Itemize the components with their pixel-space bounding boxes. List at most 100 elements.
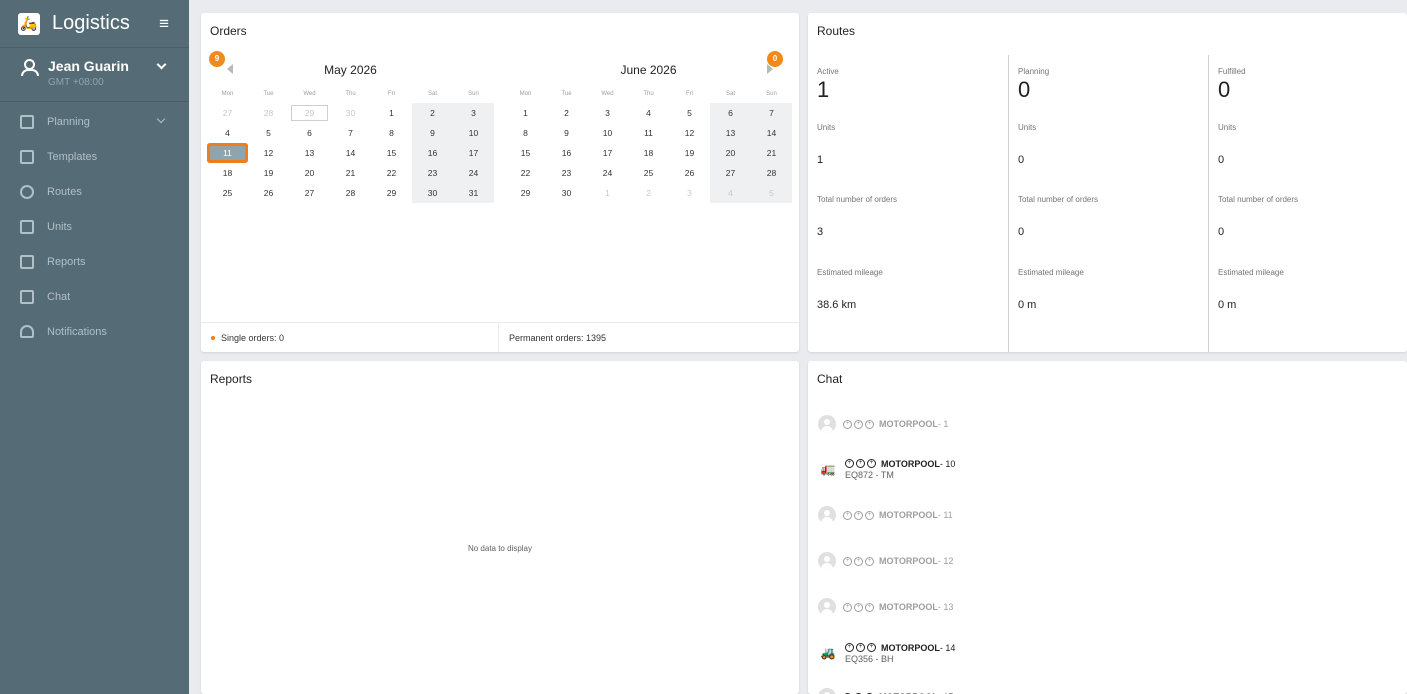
calendar-day[interactable]: 28 bbox=[751, 163, 792, 183]
calendar-day[interactable]: 20 bbox=[710, 143, 751, 163]
calendar-day[interactable]: 12 bbox=[669, 123, 710, 143]
sidebar-item-planning[interactable]: Planning bbox=[0, 104, 189, 139]
chat-item-name: MOTORPOOL bbox=[881, 458, 940, 469]
calendar-day[interactable]: 4 bbox=[628, 103, 669, 123]
calendar-day[interactable]: 3 bbox=[669, 183, 710, 203]
sidebar-item-chat[interactable]: Chat bbox=[0, 279, 189, 314]
calendar-day[interactable]: 27 bbox=[207, 103, 248, 123]
calendar-day[interactable]: 3 bbox=[453, 103, 494, 123]
calendar-day[interactable]: 5 bbox=[248, 123, 289, 143]
permanent-orders-count: Permanent orders: 1395 bbox=[509, 332, 607, 343]
orders-label: Total number of orders bbox=[1018, 195, 1099, 204]
calendar-day[interactable]: 3 bbox=[587, 103, 628, 123]
calendar-day[interactable]: 23 bbox=[412, 163, 453, 183]
calendar-day[interactable]: 11 bbox=[207, 143, 248, 163]
calendar-day[interactable]: 2 bbox=[628, 183, 669, 203]
chat-item-title: + + + MOTORPOOL - 10 bbox=[845, 459, 955, 469]
calendar-day[interactable]: 1 bbox=[587, 183, 628, 203]
user-menu[interactable]: Jean Guarin GMT +08:00 bbox=[0, 48, 189, 102]
calendar-day[interactable]: 22 bbox=[505, 163, 546, 183]
chat-item[interactable]: + + + MOTORPOOL - 1 bbox=[818, 408, 948, 440]
calendar-day[interactable]: 25 bbox=[628, 163, 669, 183]
calendar-day[interactable]: 30 bbox=[330, 103, 371, 123]
calendar-day[interactable]: 25 bbox=[207, 183, 248, 203]
calendar-day[interactable]: 12 bbox=[248, 143, 289, 163]
calendar-day[interactable]: 20 bbox=[289, 163, 330, 183]
calendar-day[interactable]: 4 bbox=[207, 123, 248, 143]
calendar-day[interactable]: 13 bbox=[289, 143, 330, 163]
chevron-down-icon[interactable] bbox=[156, 59, 167, 70]
calendar-day[interactable]: 1 bbox=[371, 103, 412, 123]
calendar-day[interactable]: 30 bbox=[412, 183, 453, 203]
calendar-day[interactable]: 15 bbox=[505, 143, 546, 163]
calendar-day[interactable]: 26 bbox=[248, 183, 289, 203]
chat-item[interactable]: + + + MOTORPOOL - 12 bbox=[818, 545, 953, 577]
calendar-day[interactable]: 2 bbox=[546, 103, 587, 123]
mileage-label: Estimated mileage bbox=[1018, 268, 1084, 277]
calendar-day[interactable]: 29 bbox=[289, 103, 330, 123]
calendar-day[interactable]: 18 bbox=[207, 163, 248, 183]
calendar-day[interactable]: 21 bbox=[330, 163, 371, 183]
chat-item[interactable]: 🚜 + + + MOTORPOOL - 14 EQ356 - BH bbox=[818, 637, 956, 669]
calendar-day[interactable]: 19 bbox=[669, 143, 710, 163]
calendar-day[interactable]: 16 bbox=[546, 143, 587, 163]
chat-panel: Chat + + + MOTORPOOL - 1 🚛 + + + MOTORPOOL - 10 E… bbox=[808, 361, 1407, 694]
calendar-day[interactable]: 17 bbox=[453, 143, 494, 163]
calendar-day[interactable]: 29 bbox=[371, 183, 412, 203]
calendar-day[interactable]: 15 bbox=[371, 143, 412, 163]
calendar-day[interactable]: 16 bbox=[412, 143, 453, 163]
calendar-day[interactable]: 14 bbox=[751, 123, 792, 143]
calendar-day[interactable]: 27 bbox=[710, 163, 751, 183]
sidebar-item-notifications[interactable]: Notifications bbox=[0, 314, 189, 349]
calendar-day[interactable]: 30 bbox=[546, 183, 587, 203]
calendar-day[interactable]: 8 bbox=[371, 123, 412, 143]
sidebar-item-routes[interactable]: Routes bbox=[0, 174, 189, 209]
calendar-day[interactable]: 27 bbox=[289, 183, 330, 203]
calendar-day[interactable]: 1 bbox=[505, 103, 546, 123]
calendar-day[interactable]: 21 bbox=[751, 143, 792, 163]
calendar-day[interactable]: 17 bbox=[587, 143, 628, 163]
calendar-day[interactable]: 6 bbox=[289, 123, 330, 143]
sidebar-item-label: Templates bbox=[47, 150, 98, 163]
orders-label: Total number of orders bbox=[1218, 195, 1299, 204]
calendar-day[interactable]: 26 bbox=[669, 163, 710, 183]
chat-item[interactable]: + + + MOTORPOOL - 13 bbox=[818, 591, 953, 623]
calendar-day[interactable]: 8 bbox=[505, 123, 546, 143]
calendar-day[interactable]: 5 bbox=[751, 183, 792, 203]
calendar-day[interactable]: 24 bbox=[587, 163, 628, 183]
route-status-label: Fulfilled bbox=[1218, 67, 1246, 76]
calendar-day[interactable]: 13 bbox=[710, 123, 751, 143]
calendar-day[interactable]: 9 bbox=[546, 123, 587, 143]
calendar-day[interactable]: 28 bbox=[330, 183, 371, 203]
calendar-day[interactable]: 9 bbox=[412, 123, 453, 143]
chat-item[interactable]: +++MOTORPOOL - 15 bbox=[818, 681, 953, 694]
calendar-day[interactable]: 22 bbox=[371, 163, 412, 183]
calendar-day[interactable]: 6 bbox=[710, 103, 751, 123]
calendar-day[interactable]: 31 bbox=[453, 183, 494, 203]
calendar-day[interactable]: 14 bbox=[330, 143, 371, 163]
hamburger-menu-icon[interactable]: ≡ bbox=[159, 14, 169, 34]
calendar-day[interactable]: 10 bbox=[453, 123, 494, 143]
chat-item[interactable]: 🚛 + + + MOTORPOOL - 10 EQ872 - TM bbox=[818, 453, 956, 485]
calendar-day[interactable]: 7 bbox=[751, 103, 792, 123]
chevron-down-icon[interactable] bbox=[156, 114, 166, 124]
weekday-header: Sat bbox=[725, 91, 735, 97]
calendar-day[interactable]: 5 bbox=[669, 103, 710, 123]
calendar-day[interactable]: 19 bbox=[248, 163, 289, 183]
calendar-day[interactable]: 10 bbox=[587, 123, 628, 143]
chat-item[interactable]: + + + MOTORPOOL - 11 bbox=[818, 499, 953, 531]
calendar-day[interactable]: 28 bbox=[248, 103, 289, 123]
calendar-day[interactable]: 4 bbox=[710, 183, 751, 203]
calendar-day[interactable]: 7 bbox=[330, 123, 371, 143]
route-count: 1 bbox=[817, 77, 830, 102]
calendar-day[interactable]: 23 bbox=[546, 163, 587, 183]
calendar-day[interactable]: 29 bbox=[505, 183, 546, 203]
sidebar-item-units[interactable]: Units bbox=[0, 209, 189, 244]
calendar-day[interactable]: 24 bbox=[453, 163, 494, 183]
sidebar-item-templates[interactable]: Templates bbox=[0, 139, 189, 174]
sidebar-item-reports[interactable]: Reports bbox=[0, 244, 189, 279]
vehicle-icon: 🚛 bbox=[820, 462, 836, 476]
calendar-day[interactable]: 18 bbox=[628, 143, 669, 163]
calendar-day[interactable]: 11 bbox=[628, 123, 669, 143]
calendar-day[interactable]: 2 bbox=[412, 103, 453, 123]
